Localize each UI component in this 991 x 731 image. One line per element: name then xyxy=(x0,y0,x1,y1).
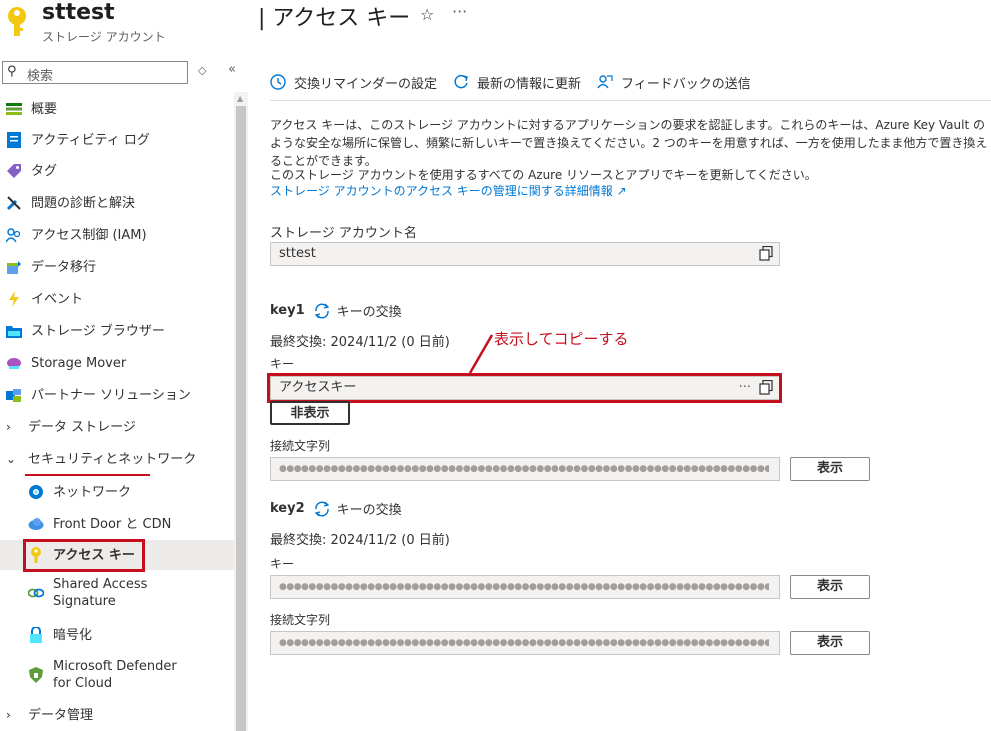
key1-name: key1 xyxy=(270,303,305,318)
sidebar-item-overview[interactable]: 概要 xyxy=(0,94,234,124)
key1-last-rotated: 最終交換: 2024/11/2 (0 日前) xyxy=(270,335,450,350)
sidebar-scrollbar[interactable]: ▲ xyxy=(234,92,248,731)
search-placeholder: 検索 xyxy=(27,69,54,84)
cloud-icon xyxy=(27,515,45,533)
lock-icon xyxy=(27,626,45,644)
chevron-right-icon: › xyxy=(6,420,11,434)
key1-hide-button[interactable]: 非表示 xyxy=(270,401,350,425)
rotate-icon xyxy=(314,303,329,318)
feedback-button[interactable]: フィードバックの送信 xyxy=(597,73,751,92)
toolbar-divider xyxy=(270,100,991,101)
account-name-field[interactable]: sttest xyxy=(270,242,780,266)
key2-conn-label: 接続文字列 xyxy=(270,613,331,627)
migration-icon xyxy=(5,258,23,276)
feedback-icon xyxy=(597,75,613,89)
refresh-icon xyxy=(454,74,468,89)
sidebar-item-defender[interactable]: Microsoft Defender for Cloud xyxy=(0,656,234,694)
sidebar-item-sas[interactable]: Shared Access Signature xyxy=(0,574,234,612)
chevron-down-icon: ⌄ xyxy=(6,452,17,466)
expand-collapse-icon[interactable]: ◇ xyxy=(198,64,206,77)
annotation-text: 表示してコピーする xyxy=(494,330,629,348)
sidebar-item-events[interactable]: イベント xyxy=(0,284,234,314)
key2-conn-show-button[interactable]: 表示 xyxy=(790,631,870,655)
sidebar-item-networking[interactable]: ネットワーク xyxy=(0,477,234,507)
refresh-button[interactable]: 最新の情報に更新 xyxy=(453,73,581,92)
search-icon: ⚲ xyxy=(7,64,17,79)
sidebar-item-encryption[interactable]: 暗号化 xyxy=(0,620,234,650)
copy-icon[interactable] xyxy=(759,245,773,269)
account-name-label: ストレージ アカウント名 xyxy=(270,226,417,241)
wrench-icon xyxy=(5,194,23,212)
key1-rotate-button[interactable]: キーの交換 xyxy=(313,301,402,320)
key1-header: key1 キーの交換 xyxy=(270,301,402,320)
key1-connection-string-field[interactable]: ●●●●●●●●●●●●●●●●●●●●●●●●●●●●●●●●●●●●●●●●… xyxy=(270,457,780,481)
annotation-highlight-key1 xyxy=(267,373,782,403)
tag-icon xyxy=(5,162,23,180)
partner-icon xyxy=(5,386,23,404)
key2-rotate-button[interactable]: キーの交換 xyxy=(313,499,402,518)
learn-more-link[interactable]: ストレージ アカウントのアクセス キーの管理に関する詳細情報 ↗ xyxy=(270,183,988,199)
scrollbar-thumb[interactable] xyxy=(236,106,246,731)
key2-name: key2 xyxy=(270,501,305,516)
resource-type: ストレージ アカウント xyxy=(42,30,166,44)
link-icon xyxy=(27,584,45,602)
search-input[interactable]: ⚲ 検索 xyxy=(2,61,188,84)
collapse-sidebar-icon[interactable]: « xyxy=(228,62,236,77)
key1-conn-show-button[interactable]: 表示 xyxy=(790,457,870,481)
cloud-mover-icon xyxy=(5,354,23,372)
annotation-underline xyxy=(25,474,150,476)
annotation-pointer xyxy=(468,334,494,374)
activity-log-icon xyxy=(5,131,23,149)
sidebar-item-activity-log[interactable]: アクティビティ ログ xyxy=(0,125,234,155)
key2-header: key2 キーの交換 xyxy=(270,499,402,518)
clock-icon xyxy=(270,74,286,90)
key2-last-rotated: 最終交換: 2024/11/2 (0 日前) xyxy=(270,533,450,548)
command-bar: 交換リマインダーの設定 最新の情報に更新 フィードバックの送信 xyxy=(270,70,767,94)
sidebar-item-front-door-cdn[interactable]: Front Door と CDN xyxy=(0,509,234,539)
rotate-icon xyxy=(314,501,329,516)
sidebar-group-security-network[interactable]: ⌄ セキュリティとネットワーク xyxy=(0,444,234,474)
sidebar-group-data-storage[interactable]: › データ ストレージ xyxy=(0,412,234,442)
network-icon xyxy=(27,483,45,501)
scroll-up-icon[interactable]: ▲ xyxy=(237,94,243,103)
more-options-icon[interactable]: ··· xyxy=(452,2,467,21)
rotation-reminder-button[interactable]: 交換リマインダーの設定 xyxy=(270,73,437,92)
key1-key-label: キー xyxy=(270,357,295,371)
favorite-star-icon[interactable]: ☆ xyxy=(420,5,434,24)
description-text-2: このストレージ アカウントを使用するすべての Azure リソースとアプリでキー… xyxy=(270,168,817,182)
sidebar-item-tags[interactable]: タグ xyxy=(0,156,234,186)
sidebar-item-iam[interactable]: アクセス制御 (IAM) xyxy=(0,220,234,250)
sidebar-item-storage-mover[interactable]: Storage Mover xyxy=(0,348,234,378)
resource-name: sttest xyxy=(42,0,115,25)
overview-icon xyxy=(5,100,23,118)
description-text: アクセス キーは、このストレージ アカウントに対するアプリケーションの要求を認証… xyxy=(270,118,988,168)
sidebar-item-diagnose[interactable]: 問題の診断と解決 xyxy=(0,188,234,218)
annotation-highlight-sidebar xyxy=(23,539,145,572)
key2-key-show-button[interactable]: 表示 xyxy=(790,575,870,599)
key1-conn-label: 接続文字列 xyxy=(270,439,331,453)
sidebar-item-partner-solutions[interactable]: パートナー ソリューション xyxy=(0,380,234,410)
page-title: | アクセス キー xyxy=(258,6,411,31)
description-block-2: このストレージ アカウントを使用するすべての Azure リソースとアプリでキー… xyxy=(270,167,988,199)
sidebar-item-data-migration[interactable]: データ移行 xyxy=(0,252,234,282)
key2-connection-string-field[interactable]: ●●●●●●●●●●●●●●●●●●●●●●●●●●●●●●●●●●●●●●●●… xyxy=(270,631,780,655)
lightning-icon xyxy=(5,290,23,308)
folder-icon xyxy=(5,322,23,340)
people-icon xyxy=(5,226,23,244)
key-icon xyxy=(8,7,26,36)
key2-key-field[interactable]: ●●●●●●●●●●●●●●●●●●●●●●●●●●●●●●●●●●●●●●●●… xyxy=(270,575,780,599)
sidebar-group-data-management[interactable]: › データ管理 xyxy=(0,700,234,730)
shield-icon xyxy=(27,666,45,684)
chevron-right-icon: › xyxy=(6,708,11,722)
key2-key-label: キー xyxy=(270,557,295,571)
sidebar-item-storage-browser[interactable]: ストレージ ブラウザー xyxy=(0,316,234,346)
